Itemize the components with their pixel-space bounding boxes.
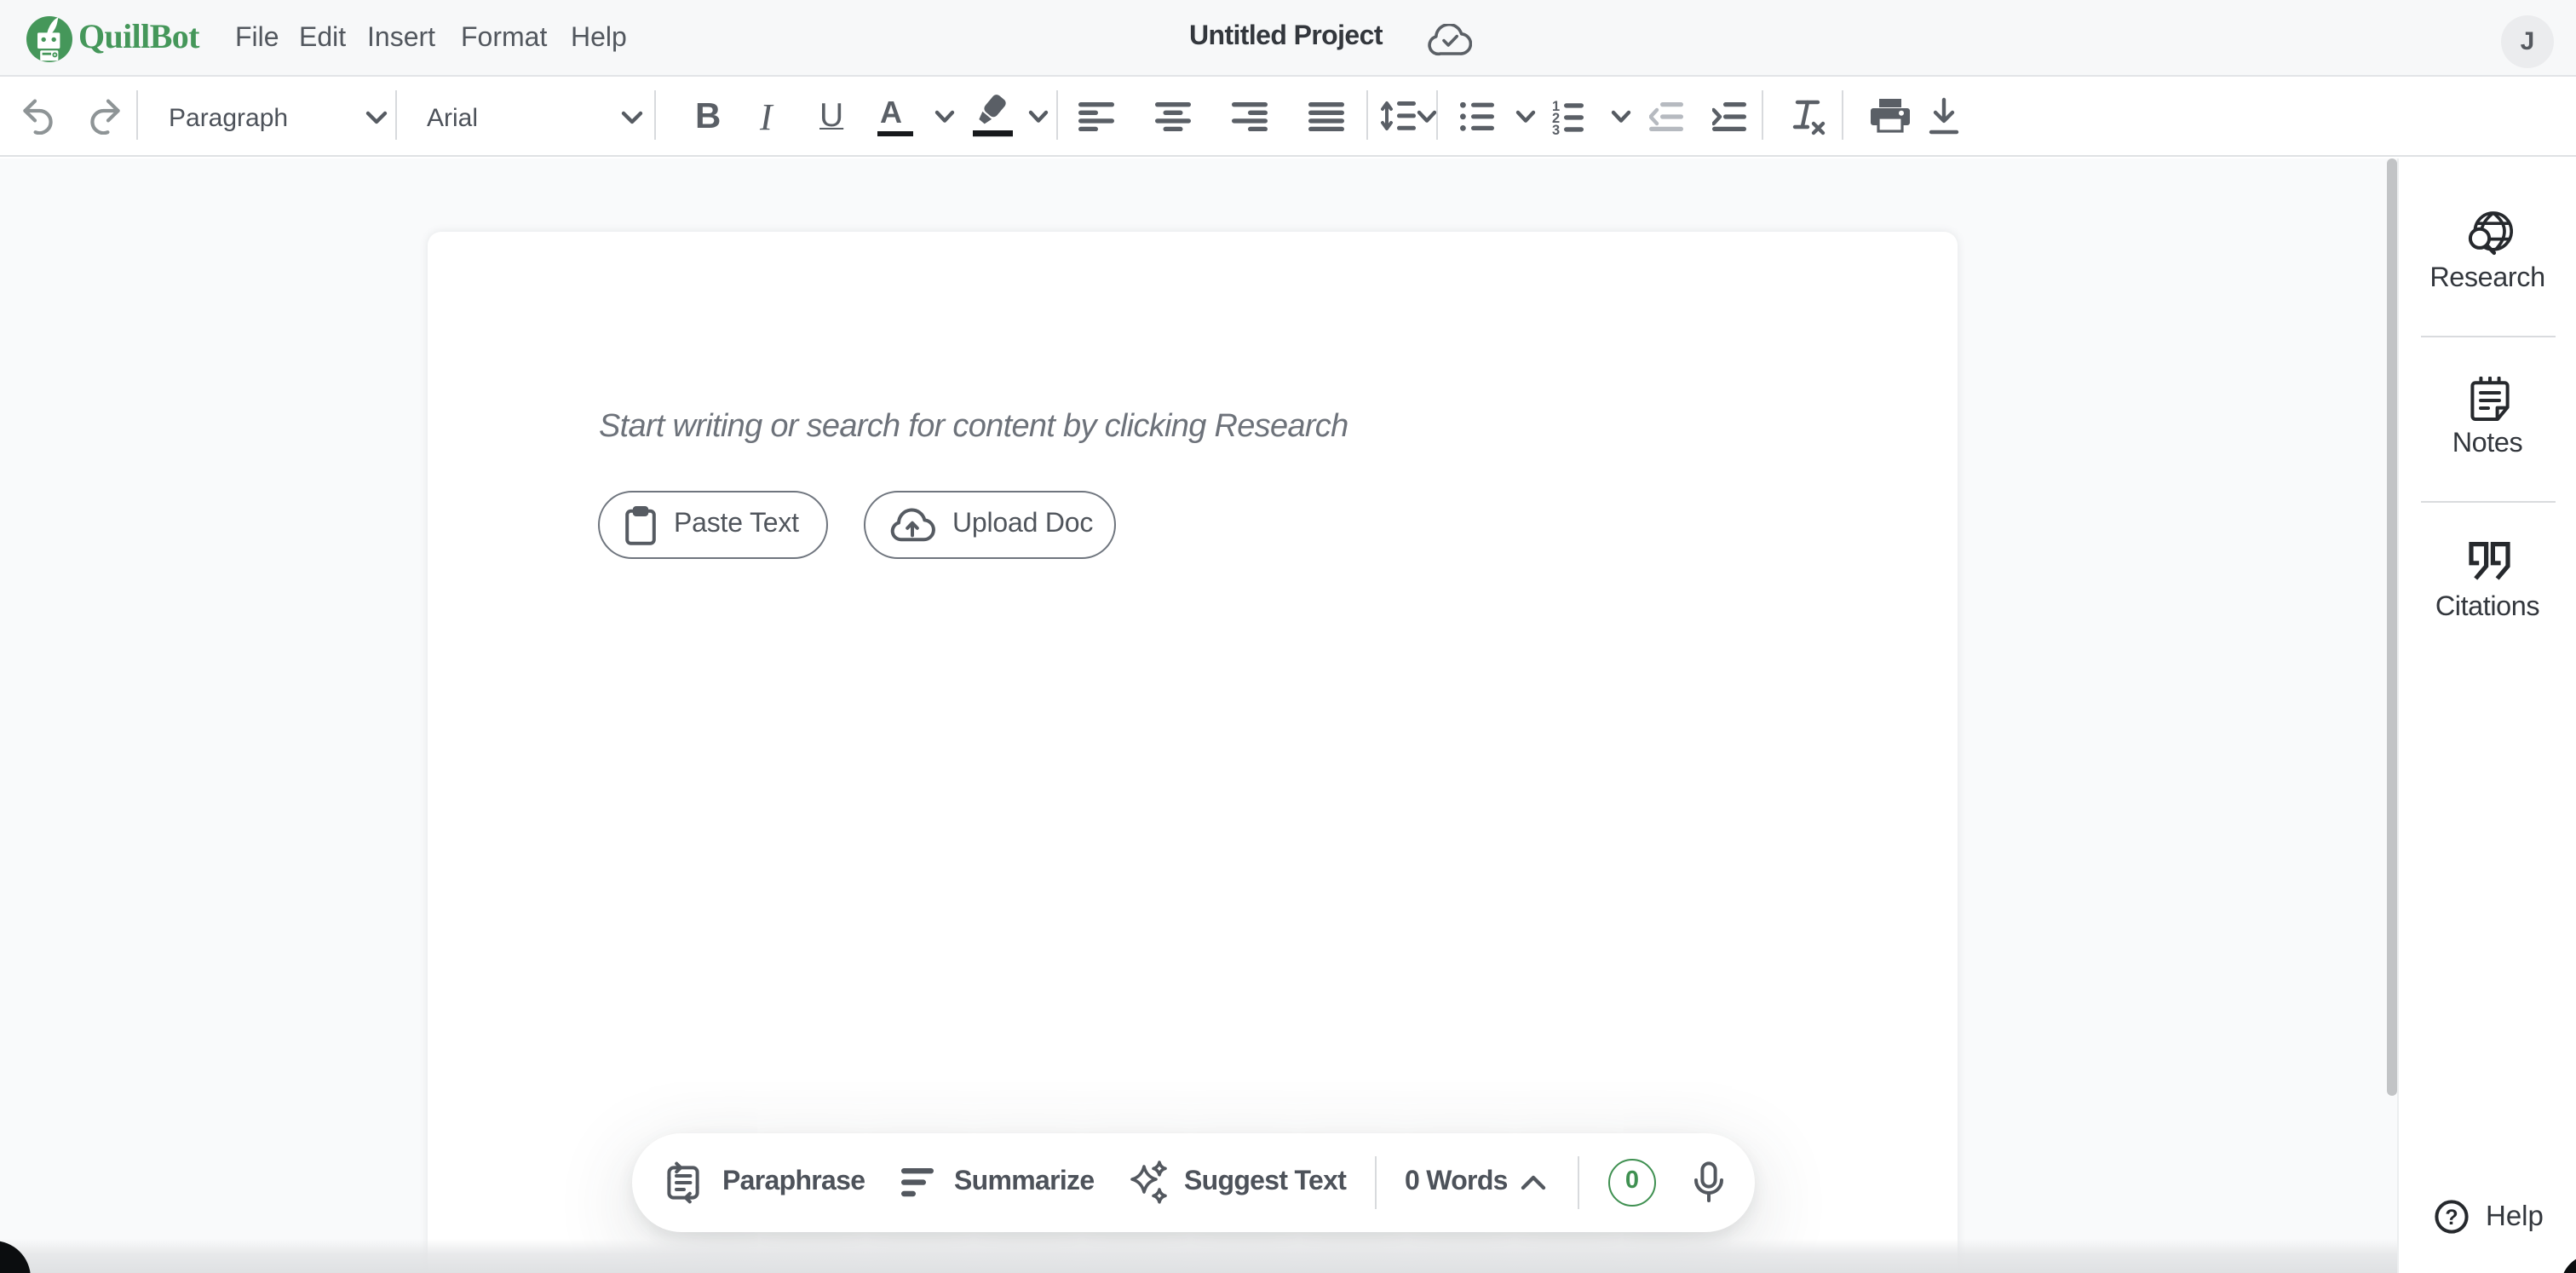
svg-text:3: 3 [1552, 123, 1560, 135]
svg-text:?: ? [2445, 1206, 2458, 1230]
